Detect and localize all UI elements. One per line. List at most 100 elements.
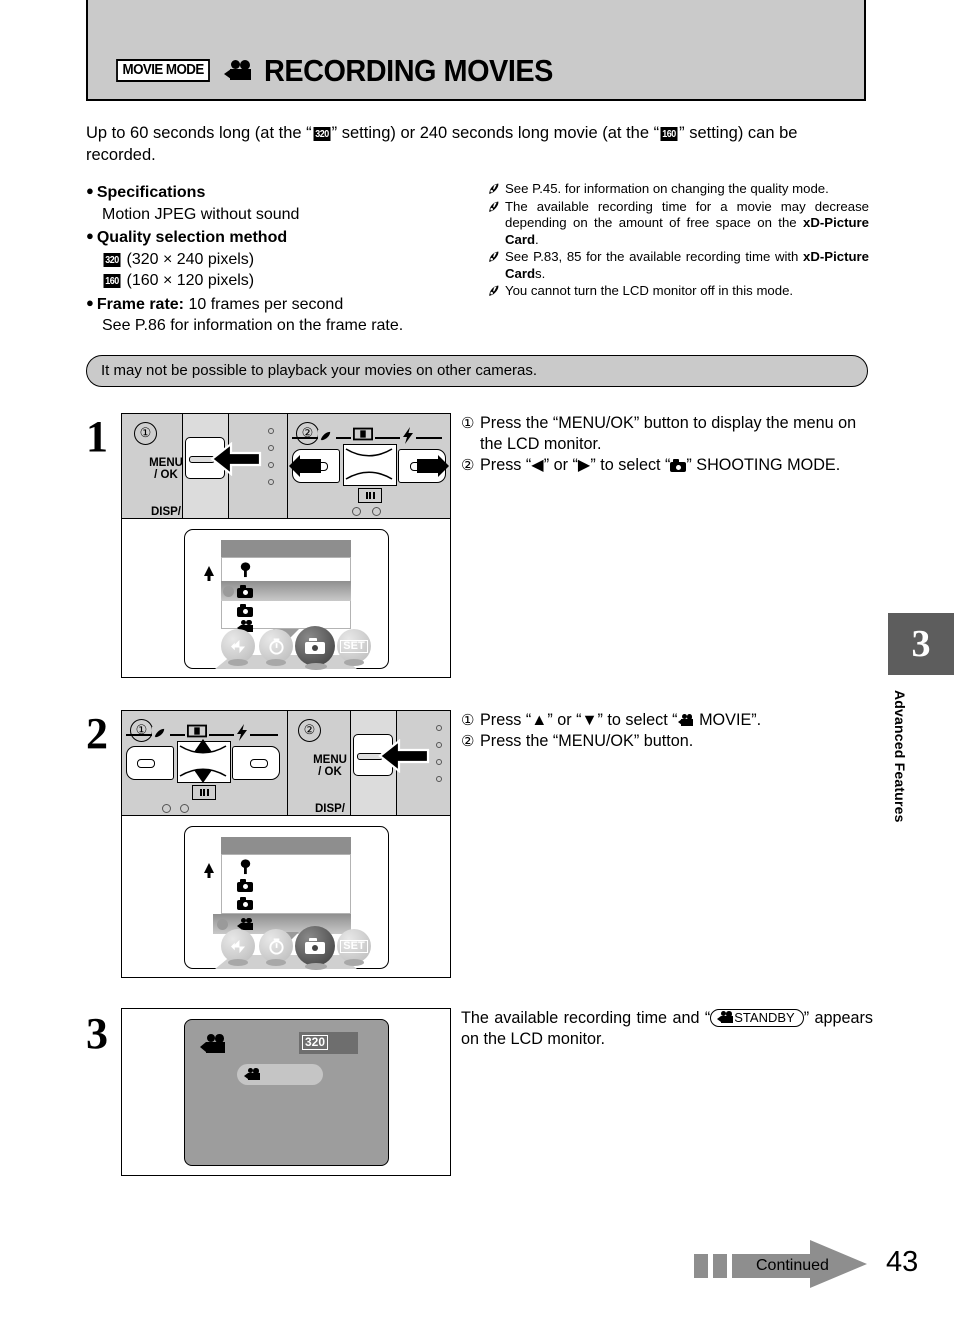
up-arrow-icon xyxy=(194,739,212,752)
self-timer-bubble-icon[interactable] xyxy=(259,929,293,963)
step-1-lcd-figure: SET xyxy=(121,518,451,678)
flash-icon-holder xyxy=(400,426,416,444)
step-3-instructions: The available recording time and “STANDB… xyxy=(461,1008,873,1050)
set-label: SET xyxy=(340,639,368,653)
camera-bubble-icon[interactable] xyxy=(295,926,335,966)
flash-bubble-icon[interactable] xyxy=(221,929,255,963)
step-2-camera-figure: ① ② MENU / OK DISP/ xyxy=(121,710,451,815)
quality-heading: Quality selection method xyxy=(96,229,288,246)
selection-bullet xyxy=(223,586,234,597)
exclamation-note-icon xyxy=(489,251,499,262)
lcd-standby-screen: 320 xyxy=(184,1019,389,1166)
flash-bolt-icon xyxy=(237,723,247,741)
lcd-screen: SET xyxy=(184,826,389,970)
menu-item-camera[interactable] xyxy=(235,893,351,913)
flash-icon-holder xyxy=(234,723,250,741)
screw-dot xyxy=(372,507,381,516)
step-2-line-2: ② Press the “MENU/OK” button. xyxy=(461,731,873,752)
bullet-dot-icon: ● xyxy=(86,294,94,310)
self-timer-icon xyxy=(268,937,284,955)
zoom-icon-holder xyxy=(185,723,209,739)
quality-option-160: 160 (160 × 120 pixels) xyxy=(86,270,476,292)
bubble-shadow xyxy=(344,959,364,966)
flash-icon xyxy=(230,939,245,953)
step-1-line-2: ② Press “◀” or “▶” to select “” SHOOTING… xyxy=(461,455,873,476)
step-1-line-1-text: Press the “MENU/OK” button to display th… xyxy=(480,414,857,453)
bubble-shadow xyxy=(305,963,327,970)
page-header: MOVIE MODE RECORDING MOVIES xyxy=(112,55,575,86)
step-2-lcd-figure: SET xyxy=(121,815,451,978)
quality-320-indicator: 320 xyxy=(302,1035,329,1050)
standby-pill xyxy=(237,1064,323,1085)
movie-mode-indicator-icon xyxy=(200,1034,226,1054)
quality-160-text: (160 × 120 pixels) xyxy=(126,272,255,289)
step-1-line-1: ① Press the “MENU/OK” button to display … xyxy=(461,413,873,455)
down-arrow-icon xyxy=(194,770,212,783)
frame-rate-note: See P.86 for information on the frame ra… xyxy=(102,317,404,334)
step-2-line-1: ① Press “▲” or “▼” to select “ MOVIE”. xyxy=(461,710,873,731)
note-text: See P.83, 85 for the available recording… xyxy=(505,249,869,281)
set-bubble-icon[interactable]: SET xyxy=(337,629,371,663)
exclamation-note-icon xyxy=(489,183,499,194)
set-bubble-icon[interactable]: SET xyxy=(337,929,371,963)
shooting-mode-icon xyxy=(237,878,253,892)
step-1-number: 1 xyxy=(86,412,108,461)
frame-rate-row: ● Frame rate: 10 frames per second xyxy=(86,292,476,316)
spec-value: Motion JPEG without sound xyxy=(102,205,300,223)
note-item: See P.45. for information on changing th… xyxy=(487,181,869,198)
step-2-line-1-text: Press “▲” or “▼” to select “ MOVIE”. xyxy=(480,711,762,729)
movie-icon xyxy=(717,1011,734,1024)
notes-block: See P.45. for information on changing th… xyxy=(487,181,869,301)
camera-icon xyxy=(305,938,325,954)
camera-back-left: ① MENU / OK DISP/ xyxy=(122,414,288,518)
callout-1: ① xyxy=(134,422,157,445)
scene-icon xyxy=(240,562,251,578)
press-arrow-icon xyxy=(210,442,262,476)
scroll-up-arrow-icon xyxy=(204,863,214,878)
camera-bubble-icon[interactable] xyxy=(295,626,335,666)
note-text: The available recording time for a movie… xyxy=(505,198,869,247)
menu-item-shooting-mode[interactable] xyxy=(235,875,351,895)
scroll-up-arrow-icon xyxy=(204,566,214,581)
bullet-dot-icon: ● xyxy=(86,228,94,243)
bullet-dot-icon: ● xyxy=(86,183,94,198)
menu-header-bar xyxy=(221,540,351,557)
movie-icon xyxy=(677,714,695,727)
step-3-text: The available recording time and “STANDB… xyxy=(461,1009,873,1048)
page-title: RECORDING MOVIES xyxy=(264,53,554,88)
selection-bullet xyxy=(217,919,228,930)
callout-2: ② xyxy=(461,733,475,750)
menu-header-bar xyxy=(221,837,351,854)
quality-320-text: (320 × 240 pixels) xyxy=(126,250,255,268)
chapter-label: Advanced Features xyxy=(892,690,908,823)
frame-rate-label: Frame rate: xyxy=(96,295,185,313)
menu-item-scene[interactable] xyxy=(235,560,351,580)
left-arrow-icon xyxy=(289,455,321,477)
menu-item-shooting-mode[interactable] xyxy=(221,581,351,601)
self-timer-bubble-icon[interactable] xyxy=(259,629,293,663)
quality-160-badge: 160 xyxy=(103,274,121,288)
camera-illustration: ① MENU / OK DISP/ ② xyxy=(122,414,450,518)
zoom-tele-icon xyxy=(353,427,373,441)
quality-320-badge: 320 xyxy=(313,127,331,141)
flash-bolt-icon xyxy=(403,426,413,444)
step-1-camera-figure: ① MENU / OK DISP/ ② xyxy=(121,413,451,518)
self-timer-icon xyxy=(268,637,284,655)
camera-icon xyxy=(305,638,325,654)
camera-back-right: ② MENU / OK DISP/ xyxy=(288,711,450,815)
movie-icon xyxy=(244,1068,262,1082)
step-2-instructions: ① Press “▲” or “▼” to select “ MOVIE”. ②… xyxy=(461,710,873,752)
menu-item-scene[interactable] xyxy=(235,857,351,877)
bubble-shadow xyxy=(305,663,327,670)
quality-heading-row: ● Quality selection method xyxy=(86,225,476,249)
flash-bubble-icon[interactable] xyxy=(221,629,255,663)
camera-back-right: ② xyxy=(288,414,450,518)
lcd-screen: SET xyxy=(184,529,389,670)
callout-2: ② xyxy=(296,422,319,445)
screw-dot xyxy=(162,804,171,813)
standby-badge: STANDBY xyxy=(710,1009,804,1027)
note-text: See P.45. for information on changing th… xyxy=(505,181,829,196)
quality-160-badge: 160 xyxy=(660,127,678,141)
callout-1: ① xyxy=(461,415,475,432)
set-label: SET xyxy=(340,939,368,953)
